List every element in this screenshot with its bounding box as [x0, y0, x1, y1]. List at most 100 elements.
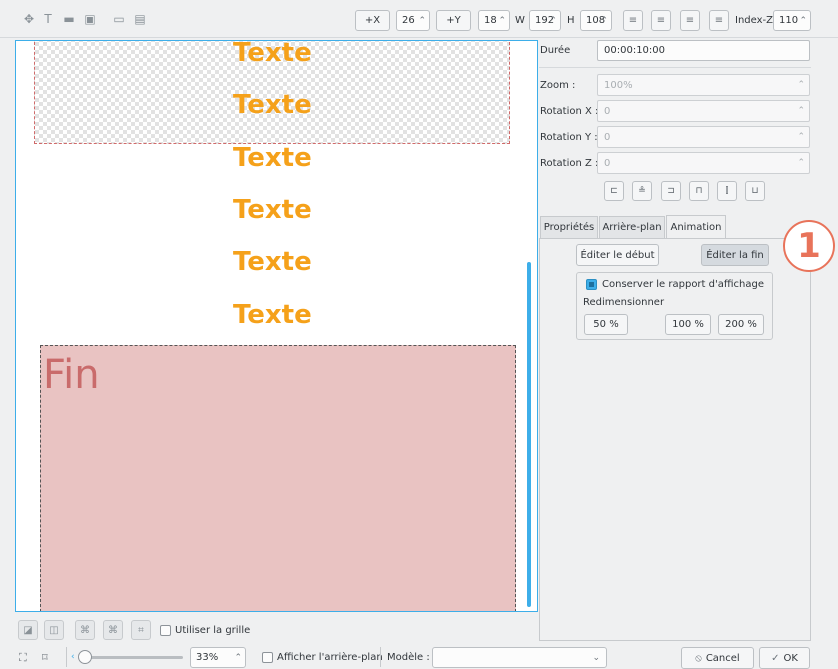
zoom-slider-handle[interactable] — [78, 650, 92, 664]
zoom-slider[interactable] — [79, 656, 183, 659]
rotation-y-value: 0 — [604, 131, 611, 143]
add-rect-icon[interactable]: ▬ — [62, 12, 76, 26]
canvas-text-2[interactable]: Texte — [233, 90, 343, 120]
canvas-view[interactable]: Fin Texte Texte Texte Texte Texte Texte — [15, 40, 538, 612]
center-both-icon[interactable]: ⌘ — [103, 620, 123, 640]
chevron-down-icon[interactable]: ⌄ — [592, 648, 600, 667]
index-z-label: Index-Z — [735, 15, 773, 26]
save-icon[interactable]: ▤ — [133, 12, 147, 26]
align-text-left-button[interactable]: ≡ — [651, 10, 671, 31]
canvas-text-1[interactable]: Texte — [233, 41, 343, 68]
fit-icon[interactable]: ◪ — [18, 620, 38, 640]
fin-label: Fin — [43, 352, 100, 398]
canvas-text-4[interactable]: Texte — [233, 195, 343, 225]
index-z-spinbox[interactable]: 110 ⌃ — [773, 10, 811, 31]
canvas-text-5[interactable]: Texte — [233, 247, 343, 277]
template-separator — [380, 647, 381, 667]
check-icon: ✓ — [771, 652, 780, 664]
chevron-left-icon[interactable]: ‹ — [71, 652, 75, 662]
rotation-y-label: Rotation Y : — [540, 132, 598, 143]
cancel-icon: ⦸ — [695, 652, 702, 664]
spin-arrows-icon[interactable]: ⌃ — [797, 158, 805, 168]
align-text-right-button[interactable]: ≡ — [680, 10, 700, 31]
align-right-icon[interactable]: ⊐ — [661, 181, 681, 201]
spin-arrows-icon[interactable]: ⌃ — [797, 106, 805, 116]
tab-proprietes-label: Propriétés — [543, 222, 595, 233]
w-spinbox[interactable]: 192 ⌃ — [529, 10, 561, 31]
w-label: W — [515, 15, 525, 26]
y-spinbox[interactable]: 18 ⌃ — [478, 10, 510, 31]
show-bg-checkbox[interactable] — [262, 652, 273, 663]
spin-arrows-icon[interactable]: ⌃ — [418, 11, 426, 30]
zoom-field[interactable]: 100% ⌃ — [597, 74, 810, 96]
rotation-y-field[interactable]: 0 ⌃ — [597, 126, 810, 148]
spin-arrows-icon[interactable]: ⌃ — [600, 11, 608, 30]
align-vcenter-icon[interactable]: ⫿ — [717, 181, 737, 201]
ok-label: OK — [783, 652, 798, 664]
canvas-text-3[interactable]: Texte — [233, 143, 343, 173]
resize-100-button[interactable]: 100 % — [665, 314, 711, 335]
zoom-fit-icon[interactable]: ⛶ — [19, 651, 27, 665]
safe-zone-icon[interactable]: ◫ — [44, 620, 64, 640]
x-spinbox[interactable]: 26 ⌃ — [396, 10, 430, 31]
tab-animation[interactable]: Animation — [666, 215, 726, 239]
align-text-top-button[interactable]: ≡ — [709, 10, 729, 31]
spin-arrows-icon[interactable]: ⌃ — [797, 132, 805, 142]
tab-arriere-plan[interactable]: Arrière-plan — [599, 216, 665, 238]
spin-arrows-icon[interactable]: ⌃ — [498, 11, 506, 30]
zoom-label: Zoom : — [540, 80, 576, 91]
edit-end-button[interactable]: Éditer la fin — [701, 244, 769, 266]
annotation-marker: 1 — [783, 220, 835, 272]
annotation-number: 1 — [797, 226, 821, 266]
rotation-x-value: 0 — [604, 105, 611, 117]
resize-label: Redimensionner — [583, 297, 665, 308]
add-image-icon[interactable]: ▣ — [83, 12, 97, 26]
open-icon[interactable]: ▭ — [112, 12, 126, 26]
tab-animation-label: Animation — [670, 222, 722, 233]
rotation-z-label: Rotation Z : — [540, 158, 599, 169]
rotation-z-field[interactable]: 0 ⌃ — [597, 152, 810, 174]
rotation-x-field[interactable]: 0 ⌃ — [597, 100, 810, 122]
tab-proprietes[interactable]: Propriétés — [540, 216, 598, 238]
edit-start-button[interactable]: Éditer le début — [576, 244, 659, 266]
zoom-spinbox[interactable]: 33% ⌃ — [190, 647, 246, 668]
zoom-original-icon[interactable]: ⌑ — [42, 651, 48, 664]
end-frame[interactable]: Fin — [40, 345, 516, 611]
align-left-icon[interactable]: ⊏ — [604, 181, 624, 201]
resize-200-button[interactable]: 200 % — [718, 314, 764, 335]
align-top-icon[interactable]: ⊓ — [689, 181, 709, 201]
use-grid-checkbox[interactable] — [160, 625, 171, 636]
spin-arrows-icon[interactable]: ⌃ — [799, 11, 807, 30]
keep-ratio-label: Conserver le rapport d'affichage — [602, 279, 765, 290]
ok-button[interactable]: ✓ OK — [759, 647, 810, 669]
y-value: 18 — [484, 15, 497, 26]
vertical-scrollbar[interactable] — [527, 262, 531, 607]
spin-arrows-icon[interactable]: ⌃ — [234, 648, 242, 667]
spin-arrows-icon[interactable]: ⌃ — [797, 80, 805, 90]
resize-50-button[interactable]: 50 % — [584, 314, 628, 335]
duree-field[interactable]: 00:00:10:00 — [597, 40, 810, 61]
move-icon[interactable]: ✥ — [22, 12, 36, 26]
template-select[interactable]: ⌄ — [432, 647, 607, 668]
add-text-icon[interactable]: T — [41, 12, 55, 26]
h-spinbox[interactable]: 108 ⌃ — [580, 10, 612, 31]
align-bottom-icon[interactable]: ⊔ — [745, 181, 765, 201]
edit-start-label: Éditer le début — [580, 249, 655, 261]
spin-arrows-icon[interactable]: ⌃ — [549, 11, 557, 30]
canvas-text-6[interactable]: Texte — [233, 300, 343, 330]
show-bg-label: Afficher l'arrière-plan — [277, 652, 383, 663]
add-x-button[interactable]: +X — [355, 10, 390, 31]
add-y-button[interactable]: +Y — [436, 10, 471, 31]
keep-ratio-checkbox[interactable] — [586, 279, 597, 290]
zoom-value: 100% — [604, 79, 633, 91]
duree-label: Durée — [540, 45, 571, 56]
align-hcenter-icon[interactable]: ≗ — [632, 181, 652, 201]
align-text-bottom-button[interactable]: ≡ — [623, 10, 643, 31]
cancel-label: Cancel — [705, 652, 740, 664]
cancel-button[interactable]: ⦸ Cancel — [681, 647, 754, 669]
crop-icon[interactable]: ⌗ — [131, 620, 151, 640]
zoom-percent: 33% — [196, 652, 219, 663]
resize-200-label: 200 % — [725, 319, 757, 330]
template-label: Modèle : — [387, 652, 430, 663]
center-icon[interactable]: ⌘ — [75, 620, 95, 640]
